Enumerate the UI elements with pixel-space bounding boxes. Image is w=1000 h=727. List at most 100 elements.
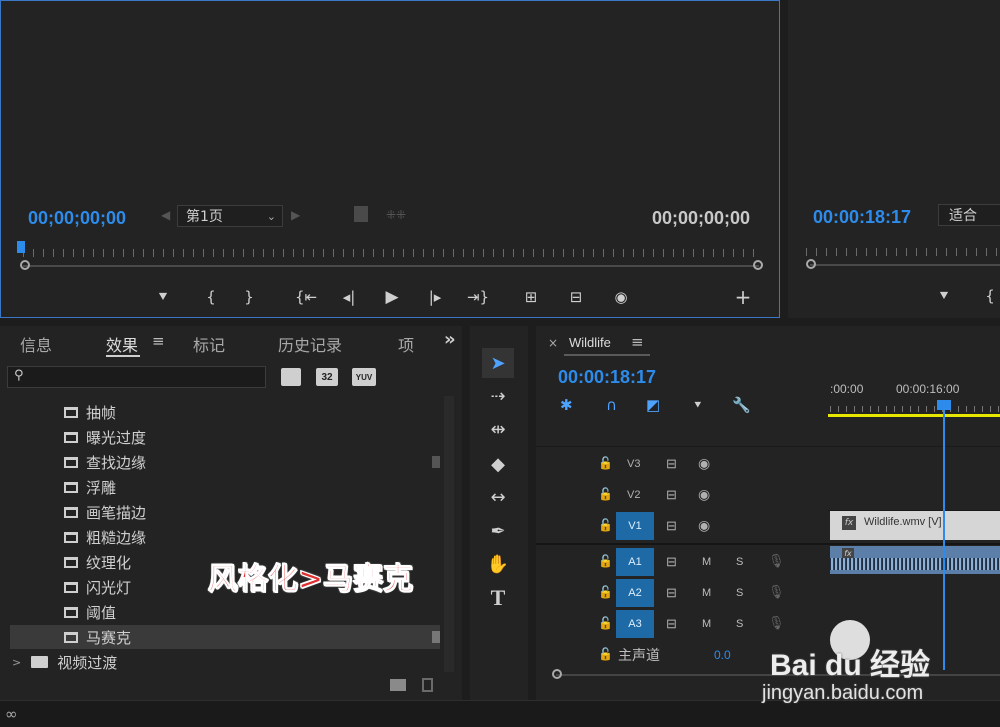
sequence-menu-icon[interactable]: ≡: [631, 333, 644, 351]
add-button-icon[interactable]: +: [731, 285, 755, 309]
eye-icon[interactable]: ◉: [698, 517, 710, 534]
video-clip[interactable]: fx Wildlife.wmv [V]: [830, 511, 1000, 540]
trash-icon[interactable]: [422, 678, 433, 692]
razor-tool-icon[interactable]: ◆: [482, 449, 514, 479]
list-item[interactable]: 抽帧: [10, 400, 440, 424]
accelerated-effects-icon[interactable]: [281, 368, 301, 386]
selection-tool-icon[interactable]: ➤: [482, 348, 514, 378]
step-forward-icon[interactable]: |▸: [423, 285, 447, 309]
menu-icon[interactable]: ≡: [152, 332, 165, 350]
track-label[interactable]: V1: [616, 512, 654, 540]
wrench-icon[interactable]: 🔧: [732, 396, 751, 414]
zoom-handle-right[interactable]: [753, 260, 763, 270]
tab-history[interactable]: 历史记录: [278, 332, 342, 356]
drag-audio-icon[interactable]: ⁜⁜: [386, 208, 406, 222]
hand-tool-icon[interactable]: ✋: [482, 549, 514, 579]
step-back-icon[interactable]: ◂|: [337, 285, 361, 309]
eye-icon[interactable]: ◉: [698, 486, 710, 503]
list-item-selected[interactable]: 马赛克: [10, 625, 440, 649]
track-select-tool-icon[interactable]: ⇢: [482, 381, 514, 411]
track-label[interactable]: V2: [627, 489, 640, 501]
fit-select[interactable]: 适合: [938, 204, 1000, 226]
tab-info[interactable]: 信息: [20, 332, 52, 356]
scroll-handle-left[interactable]: [552, 669, 562, 679]
sync-lock-icon[interactable]: ⊟: [666, 585, 677, 601]
sync-lock-icon[interactable]: ⊟: [666, 554, 677, 570]
audio-clip[interactable]: fx: [830, 546, 1000, 574]
lock-icon[interactable]: 🔓: [598, 487, 613, 501]
source-zoom-bar[interactable]: [23, 265, 759, 267]
mute-button[interactable]: M: [702, 618, 711, 630]
sync-lock-icon[interactable]: ⊟: [666, 518, 677, 534]
mic-icon[interactable]: 🎙: [768, 584, 785, 600]
sequence-tab[interactable]: Wildlife: [569, 335, 611, 350]
mic-icon[interactable]: 🎙: [768, 553, 785, 569]
effects-scrollbar[interactable]: [444, 396, 454, 672]
program-add-marker-icon[interactable]: ⯆: [932, 284, 956, 308]
slip-tool-icon[interactable]: ↔: [482, 482, 514, 512]
more-panels-icon[interactable]: »: [444, 329, 456, 350]
list-item[interactable]: 查找边缘: [10, 450, 440, 474]
linked-selection-icon[interactable]: ◩: [646, 396, 660, 414]
lock-icon[interactable]: 🔓: [598, 616, 613, 630]
sync-lock-icon[interactable]: ⊟: [666, 487, 677, 503]
lock-icon[interactable]: 🔓: [598, 518, 613, 532]
list-item[interactable]: 曝光过度: [10, 425, 440, 449]
mark-out-icon[interactable]: }: [237, 285, 261, 309]
track-label[interactable]: A1: [616, 548, 654, 576]
prev-page-icon[interactable]: ◀: [161, 208, 170, 222]
pen-tool-icon[interactable]: ✒: [482, 516, 514, 546]
track-label[interactable]: A3: [616, 610, 654, 638]
program-zoom-handle[interactable]: [806, 259, 816, 269]
lock-icon[interactable]: 🔓: [598, 554, 613, 568]
effects-search-input[interactable]: ⚲: [7, 366, 266, 388]
timeline-marker-icon[interactable]: ⯆: [693, 398, 703, 413]
next-page-icon[interactable]: ▶: [291, 208, 300, 222]
mark-in-icon[interactable]: {: [199, 285, 223, 309]
add-marker-icon[interactable]: ⯆: [151, 285, 175, 309]
stack-icon[interactable]: [354, 206, 368, 222]
go-to-out-icon[interactable]: ⇥}: [466, 285, 490, 309]
sync-lock-icon[interactable]: ⊟: [666, 616, 677, 632]
timeline-ruler[interactable]: :00:00 00:00:16:00: [828, 378, 1000, 420]
source-timecode[interactable]: 00;00;00;00: [28, 208, 126, 229]
list-item[interactable]: 粗糙边缘: [10, 525, 440, 549]
new-bin-icon[interactable]: [390, 679, 406, 691]
solo-button[interactable]: S: [736, 618, 743, 630]
timeline-timecode[interactable]: 00:00:18:17: [558, 367, 656, 388]
export-frame-icon[interactable]: ◉: [609, 285, 633, 309]
yuv-effects-icon[interactable]: YUV: [352, 368, 376, 386]
ripple-edit-tool-icon[interactable]: ⇹: [482, 414, 514, 444]
eye-icon[interactable]: ◉: [698, 455, 710, 472]
tab-project[interactable]: 项: [398, 332, 414, 356]
program-timecode[interactable]: 00:00:18:17: [813, 207, 911, 228]
page-select[interactable]: 第1页 ⌄: [177, 205, 283, 227]
type-tool-icon[interactable]: T: [482, 583, 514, 613]
play-icon[interactable]: ▶: [380, 285, 404, 309]
track-label[interactable]: V3: [627, 458, 640, 470]
go-to-in-icon[interactable]: {⇤: [294, 285, 318, 309]
insert-icon[interactable]: ⊞: [519, 285, 543, 309]
creative-cloud-icon[interactable]: ∞: [5, 705, 18, 723]
master-volume[interactable]: 0.0: [714, 648, 731, 662]
overwrite-icon[interactable]: ⊟: [564, 285, 588, 309]
source-ruler[interactable]: [23, 249, 761, 257]
solo-button[interactable]: S: [736, 587, 743, 599]
program-zoom-bar[interactable]: [810, 264, 1000, 266]
tab-effects[interactable]: 效果: [106, 332, 138, 356]
lock-icon[interactable]: 🔓: [598, 585, 613, 599]
program-mark-in-icon[interactable]: {: [980, 284, 1000, 308]
nest-icon[interactable]: ✱: [560, 396, 573, 414]
list-item[interactable]: 阈值: [10, 600, 440, 624]
sync-lock-icon[interactable]: ⊟: [666, 456, 677, 472]
folder-item[interactable]: > 视频过渡: [10, 650, 440, 674]
lock-icon[interactable]: 🔓: [598, 647, 613, 661]
32bit-effects-icon[interactable]: 32: [316, 368, 338, 386]
mute-button[interactable]: M: [702, 556, 711, 568]
tab-markers[interactable]: 标记: [193, 332, 225, 356]
zoom-handle-left[interactable]: [20, 260, 30, 270]
mute-button[interactable]: M: [702, 587, 711, 599]
snap-icon[interactable]: ∩: [606, 396, 617, 414]
source-playhead[interactable]: [17, 241, 25, 253]
work-area-bar[interactable]: [828, 414, 1000, 417]
